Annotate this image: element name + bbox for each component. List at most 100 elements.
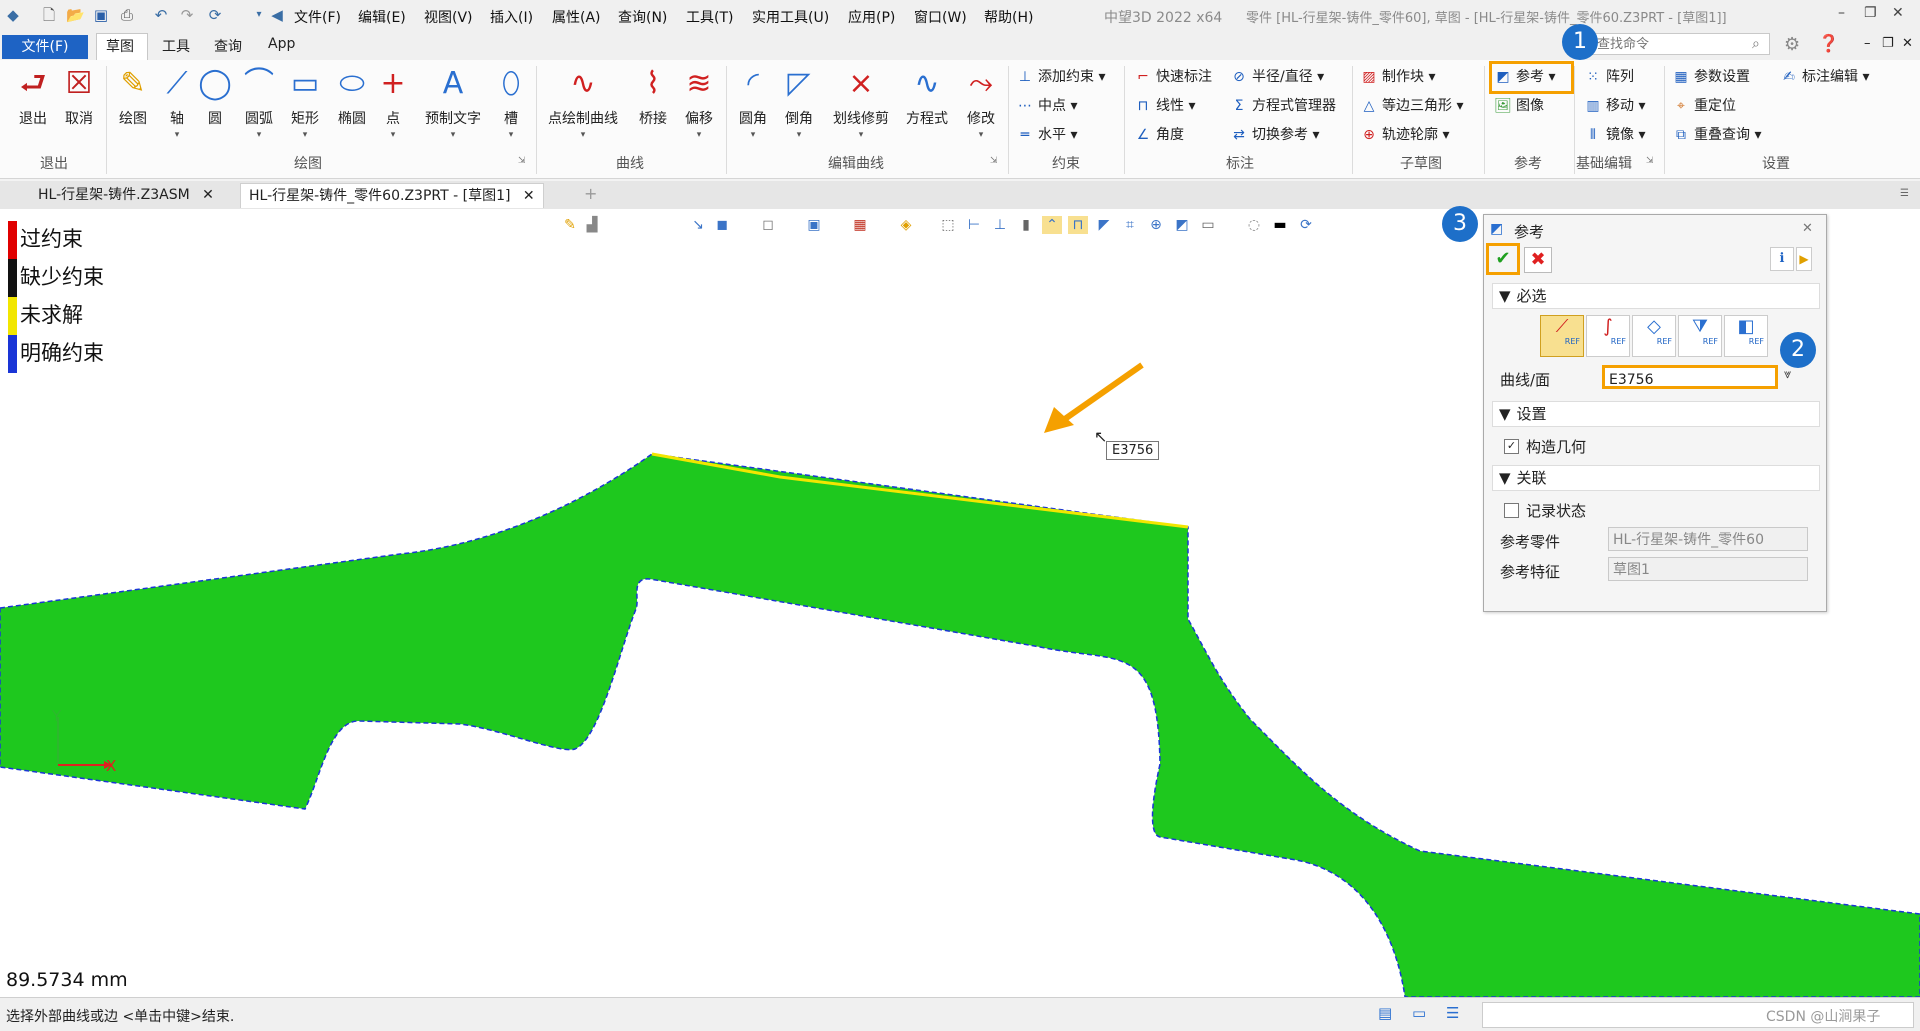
group-launcher-icon[interactable]: ⇲ [518,156,526,166]
tab-sketch[interactable]: 草图 [106,36,134,56]
new-file-icon[interactable]: 🗋 [40,6,58,24]
color-swatch-icon[interactable]: ▬ [1270,216,1290,234]
search-icon[interactable]: ⌕ [1752,36,1760,52]
bridge-button[interactable]: ⌇ 桥接 [628,66,678,128]
rectangle-button[interactable]: ▭ 矩形 ▾ [280,66,330,140]
close-icon[interactable]: ✕ [202,187,214,203]
preset-text-button[interactable]: A 预制文字 ▾ [422,66,484,140]
construct-geometry-checkbox[interactable]: ✓ [1504,439,1519,454]
menu-help[interactable]: 帮助(H) [984,7,1033,27]
slot-button[interactable]: ⬯ 槽 ▾ [486,66,536,140]
point-button[interactable]: + 点 ▾ [368,66,418,140]
snap-tangent-icon[interactable]: ◤ [1094,216,1114,234]
triangle-button[interactable]: △ 等边三角形 ▾ [1360,95,1464,117]
snap-center-icon[interactable]: ⊕ [1146,216,1166,234]
help-icon[interactable]: ❓ [1818,34,1839,54]
group-launcher-icon[interactable]: ⇲ [1646,156,1654,166]
close-icon[interactable]: ✕ [1892,5,1904,21]
menu-query[interactable]: 查询(N) [618,7,667,27]
circle-button[interactable]: ◯ 圆 [190,66,240,128]
arrow-left-icon[interactable]: ◀ [268,6,286,24]
curve-face-input[interactable]: E3756 [1602,365,1778,389]
ref-curve-option[interactable]: ⟋ REF [1540,315,1584,357]
offset-button[interactable]: ≋ 偏移 ▾ [674,66,724,140]
add-tab-icon[interactable]: + [584,184,597,203]
ref-spline-option[interactable]: ∫ REF [1586,315,1630,357]
ref-surface-edge-option[interactable]: ⧩ REF [1678,315,1722,357]
overlap-query-button[interactable]: ⧉ 重叠查询 ▾ [1672,124,1761,146]
fillet-button[interactable]: ◜ 圆角 ▾ [728,66,778,140]
constraint-display-icon[interactable]: ⊥ [990,216,1010,234]
monitor-icon[interactable]: ▭ [1412,1004,1426,1022]
menu-utilities[interactable]: 实用工具(U) [752,7,829,27]
radius-dim-button[interactable]: ⊘ 半径/直径 ▾ [1230,66,1324,88]
horizontal-button[interactable]: ═ 水平 ▾ [1016,124,1078,146]
menu-insert[interactable]: 插入(I) [490,7,533,27]
refresh-icon[interactable]: ⟳ [1296,216,1316,234]
ribbon-close-icon[interactable]: ✕ [1902,36,1913,51]
menu-tools[interactable]: 工具(T) [686,7,733,27]
trajectory-button[interactable]: ⊕ 轨迹轮廓 ▾ [1360,124,1449,146]
tab-tools[interactable]: 工具 [162,36,190,56]
expand-icon[interactable]: ⩔ [1784,367,1791,382]
redo-icon[interactable]: ↷ [178,6,196,24]
display-icon[interactable]: ◈ [896,216,916,234]
open-file-icon[interactable]: 📂 [66,6,85,24]
dim-display-icon[interactable]: ⊢ [964,216,984,234]
arc-button[interactable]: ⌒ 圆弧 ▾ [234,66,284,140]
menu-window[interactable]: 窗口(W) [914,7,967,27]
midpoint-button[interactable]: ⋯ 中点 ▾ [1016,95,1077,117]
monitor-icon[interactable]: ▭ [1198,216,1218,234]
close-icon[interactable]: ✕ [523,188,535,204]
tab-app[interactable]: App [268,36,295,52]
section-settings[interactable]: ▼ 设置 [1492,401,1820,427]
regen-icon[interactable]: ⟳ [206,6,224,24]
panel-pin-icon[interactable]: ▶ [1796,247,1812,271]
pattern-button[interactable]: ⁙ 阵列 [1584,66,1634,88]
snap-endpoint-icon[interactable]: ⌃ [1042,216,1062,234]
menu-attribute[interactable]: 属性(A) [552,7,601,27]
select-tool-icon[interactable]: ↘ [688,216,708,234]
section-assoc[interactable]: ▼ 关联 [1492,465,1820,491]
snap-mid-icon[interactable]: ⊓ [1068,216,1088,234]
info-icon[interactable]: ℹ [1770,247,1794,271]
ribbon-restore-icon[interactable]: ❐ [1882,36,1894,51]
chamfer-button[interactable]: ◸ 倒角 ▾ [774,66,824,140]
menu-view[interactable]: 视图(V) [424,7,473,27]
gear-icon[interactable]: ⚙ [1784,34,1800,55]
qa-dropdown-icon[interactable]: ▾ [250,6,268,24]
move-button[interactable]: ▥ 移动 ▾ [1584,95,1645,117]
equation-manager-button[interactable]: Σ 方程式管理器 [1230,95,1336,117]
print-icon[interactable]: ⎙ [118,6,136,24]
cancel-button[interactable]: ☒ 取消 [54,66,104,128]
point-curve-button[interactable]: ∿ 点绘制曲线 ▾ [544,66,622,140]
status-icon-1[interactable]: ▤ [1378,1004,1392,1022]
menu-apply[interactable]: 应用(P) [848,7,895,27]
grid-icon[interactable]: ▦ [850,216,870,234]
trim-button[interactable]: ⨯ 划线修剪 ▾ [826,66,896,140]
dotted-circle-icon[interactable]: ◌ [1244,216,1264,234]
make-block-button[interactable]: ▨ 制作块 ▾ [1360,66,1435,88]
file-tab[interactable]: 文件(F) [2,35,88,59]
dim-edit-button[interactable]: ✍ 标注编辑 ▾ [1780,66,1869,88]
image-button[interactable]: 🖼 图像 [1494,95,1544,117]
snap-grid-icon[interactable]: ⌗ [1120,216,1140,234]
exit-button[interactable]: ⮐ 退出 [8,66,58,128]
doc-tab-assembly[interactable]: HL-行星架-铸件.Z3ASM ✕ [30,183,222,207]
view-orient-icon[interactable]: ▣ [804,216,824,234]
layer-icon[interactable]: ▮ [1016,216,1036,234]
ref-point-option[interactable]: ◇ REF [1632,315,1676,357]
section-required[interactable]: ▼ 必选 [1492,283,1820,309]
modify-button[interactable]: ⤳ 修改 ▾ [956,66,1006,140]
save-icon[interactable]: ▣ [92,6,110,24]
pencil-icon[interactable]: ✎ [560,216,580,234]
quick-dim-button[interactable]: ⌐ 快速标注 [1134,66,1212,88]
search-input[interactable] [1590,33,1770,55]
tab-menu-icon[interactable]: ☰ [1900,188,1909,199]
group-launcher-icon[interactable]: ⇲ [990,156,998,166]
shaded-cube-icon[interactable]: ◼ [712,216,732,234]
tab-query[interactable]: 查询 [214,36,242,56]
status-list-icon[interactable]: ☰ [1446,1004,1459,1022]
filter-icon[interactable]: ▟ [582,216,602,234]
draw-button[interactable]: ✎ 绘图 [108,66,158,128]
